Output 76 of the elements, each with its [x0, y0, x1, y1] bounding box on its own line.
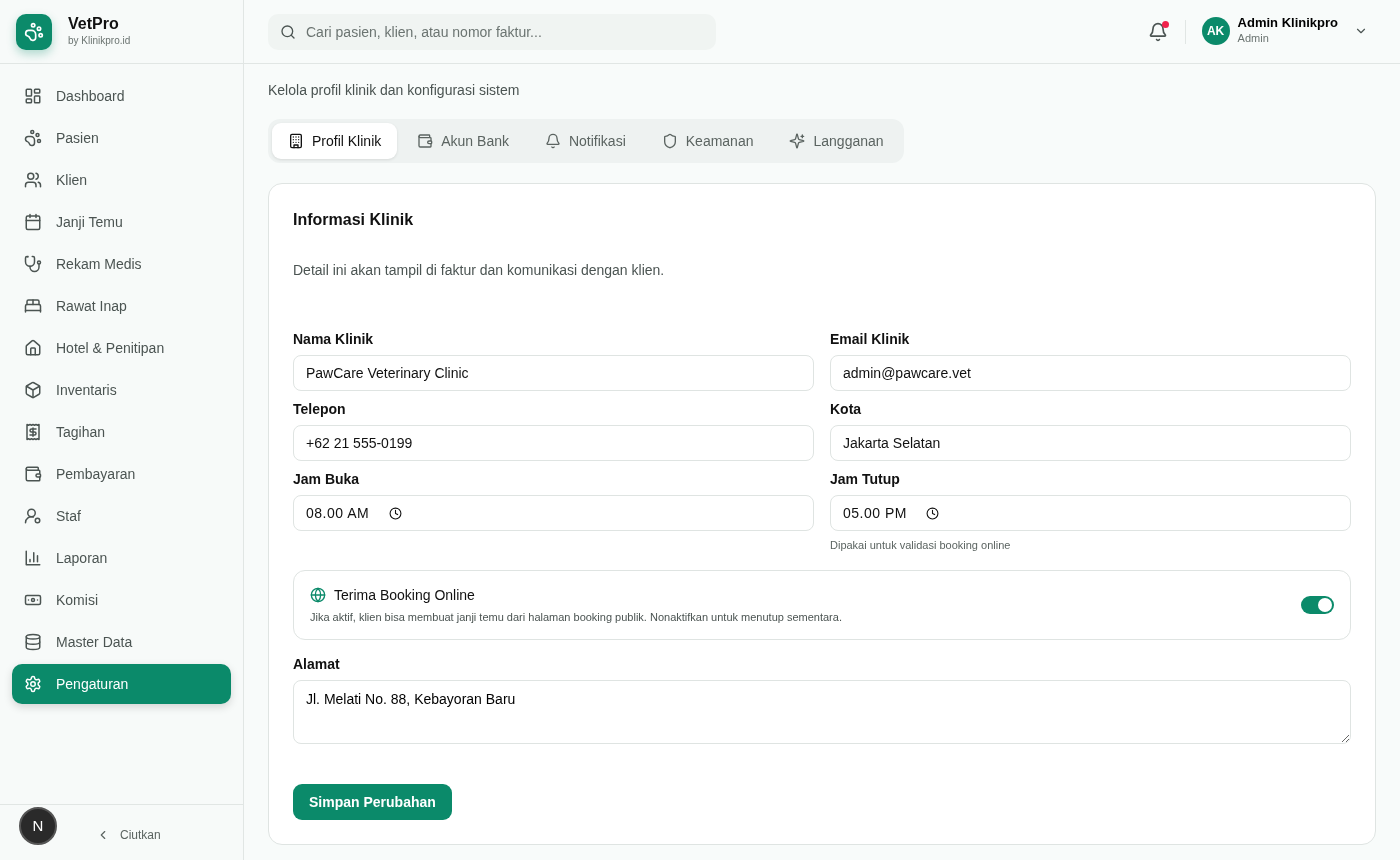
- sidebar-item[interactable]: Rekam Medis: [12, 244, 231, 284]
- bar-chart-icon: [24, 549, 42, 567]
- tab[interactable]: Profil Klinik: [272, 123, 398, 159]
- calendar-icon: [24, 213, 42, 231]
- toggle-switch[interactable]: [1301, 595, 1334, 614]
- tab[interactable]: Akun Bank: [401, 123, 525, 159]
- field-hint: Dipakai untuk validasi booking online: [830, 538, 1012, 553]
- sparkles-icon: [789, 133, 806, 149]
- input-field[interactable]: PawCare Veterinary Clinic: [293, 355, 814, 391]
- sidebar-item[interactable]: Pembayaran: [12, 454, 231, 494]
- field-label: Jam Buka: [293, 470, 361, 489]
- booking-title: Terima Booking Online: [334, 585, 475, 605]
- user-gear-icon: [24, 507, 42, 525]
- input-field[interactable]: admin@pawcare.vet: [830, 355, 1351, 391]
- paw-icon: [24, 129, 42, 147]
- sidebar-item[interactable]: Tagihan: [12, 412, 231, 452]
- collapse-button[interactable]: Ciutkan: [90, 825, 167, 845]
- dev-tools-badge[interactable]: N: [19, 807, 57, 845]
- user-avatar: AK: [1201, 17, 1230, 46]
- time-field[interactable]: 05.00 PM: [830, 495, 1351, 531]
- field-label: Nama Klinik: [293, 330, 375, 349]
- settings-icon: [24, 675, 42, 693]
- tab[interactable]: Notifikasi: [528, 123, 642, 159]
- wallet-icon: [24, 465, 42, 483]
- sidebar-item[interactable]: Staf: [12, 496, 231, 536]
- stethoscope-icon: [24, 255, 42, 273]
- sidebar-item[interactable]: Dashboard: [12, 76, 231, 116]
- bed-icon: [24, 297, 42, 315]
- building-icon: [288, 133, 304, 149]
- card-description: Detail ini akan tampil di faktur dan komunikasi dengan klien.: [293, 261, 666, 280]
- receipt-icon: [24, 423, 42, 441]
- card-title: Informasi Klinik: [293, 210, 415, 230]
- sidebar-item[interactable]: Rawat Inap: [12, 286, 231, 326]
- logo-icon: [16, 13, 52, 50]
- brand-tagline: by Klinikpro.id: [68, 33, 131, 48]
- bell-icon: [544, 133, 561, 149]
- clock-icon: [389, 507, 402, 520]
- save-button[interactable]: Simpan Perubahan: [293, 784, 452, 820]
- database-icon: [24, 633, 42, 651]
- tab[interactable]: Keamanan: [645, 123, 770, 159]
- input-field[interactable]: +62 21 555-0199: [293, 425, 814, 461]
- grid-icon: [24, 87, 42, 105]
- user-role: Admin: [1237, 31, 1270, 47]
- sidebar-item[interactable]: Pasien: [12, 118, 231, 158]
- box-icon: [24, 381, 42, 399]
- input-field[interactable]: Jakarta Selatan: [830, 425, 1351, 461]
- house-icon: [24, 339, 42, 357]
- sidebar-item[interactable]: Master Data: [12, 622, 231, 662]
- booking-description: Jika aktif, klien bisa membuat janji temu dari halaman booking publik. Nonaktifkan untuk menutup sementara.: [310, 609, 843, 625]
- time-field[interactable]: 08.00 AM: [293, 495, 814, 531]
- clock-icon: [926, 507, 939, 520]
- sidebar-item[interactable]: Klien: [12, 160, 231, 200]
- globe-icon: [310, 587, 326, 603]
- address-field[interactable]: Jl. Melati No. 88, Kebayoran Baru: [293, 680, 1351, 744]
- search-icon: [280, 23, 296, 40]
- sidebar-item[interactable]: Inventaris: [12, 370, 231, 410]
- field-label: Kota: [830, 400, 863, 419]
- sidebar-item[interactable]: Komisi: [12, 580, 231, 620]
- field-label: Alamat: [293, 655, 341, 674]
- sidebar-item[interactable]: Laporan: [12, 538, 231, 578]
- field-label: Jam Tutup: [830, 470, 901, 489]
- sidebar-item[interactable]: Hotel & Penitipan: [12, 328, 231, 368]
- user-menu[interactable]: AK Admin Klinikpro Admin: [1201, 16, 1368, 47]
- field-label: Telepon: [293, 400, 347, 419]
- page-subtitle: Kelola profil klinik dan konfigurasi sistem: [268, 81, 521, 100]
- sidebar-item[interactable]: Pengaturan: [12, 664, 231, 704]
- shield-icon: [661, 133, 678, 149]
- tab[interactable]: Langganan: [773, 123, 900, 159]
- bell-icon: [1147, 22, 1168, 43]
- user-name: Admin Klinikpro: [1237, 16, 1338, 31]
- brand-name: VetPro: [68, 15, 120, 33]
- field-label: Email Klinik: [830, 330, 911, 349]
- search-field[interactable]: Cari pasien, klien, atau nomor faktur...: [268, 13, 716, 50]
- sidebar-item[interactable]: Janji Temu: [12, 202, 231, 242]
- wallet-icon: [417, 133, 434, 149]
- users-icon: [24, 171, 42, 189]
